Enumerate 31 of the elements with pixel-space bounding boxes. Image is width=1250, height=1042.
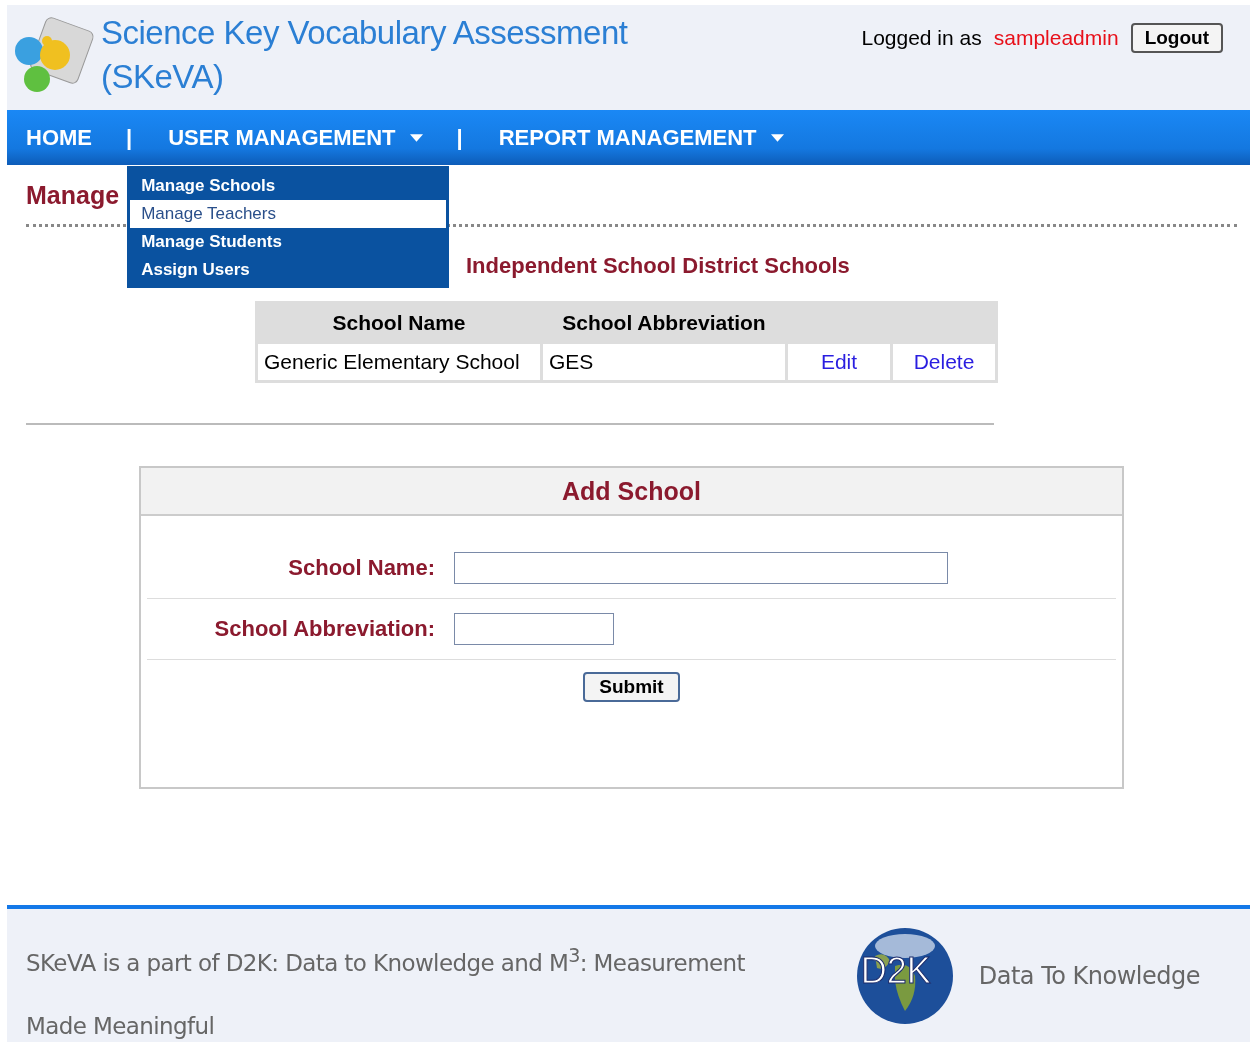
- logout-button[interactable]: Logout: [1130, 23, 1223, 53]
- nav-menu-item[interactable]: HOME: [26, 124, 108, 151]
- caret-icon: [770, 133, 784, 142]
- column-header: School Name: [331, 309, 467, 336]
- dropdown-menu-item[interactable]: Assign Users: [130, 255, 447, 284]
- field-label: School Name:: [287, 555, 435, 581]
- field-label: School Abbreviation:: [213, 616, 435, 642]
- caret-icon: [409, 133, 423, 142]
- footer-text: SKeVA is a part of D2K: Data to Knowledge and M$^{3}$: Measurement Made Meaningful: [26, 943, 746, 1041]
- app-title-abbreviation: (SKeVA): [101, 57, 225, 97]
- dropdown-menu-item[interactable]: Manage Teachers: [130, 199, 447, 228]
- nav-separator: |: [456, 124, 463, 151]
- logged-in-label: Logged in as: [861, 26, 982, 50]
- logo-caption: Data To Knowledge: [978, 961, 1200, 990]
- submit-button[interactable]: Submit: [583, 672, 680, 702]
- app-title: Science Key Vocabulary Assessment: [101, 13, 628, 53]
- table-cell: Generic Elementary School: [258, 344, 540, 380]
- column-header: School Abbreviation: [561, 309, 767, 336]
- nav-menu-item[interactable]: USER MANAGEMENT: [168, 124, 439, 151]
- globe-logo: D2K: [854, 925, 955, 1026]
- nav-menu-item[interactable]: REPORT MANAGEMENT: [498, 124, 800, 151]
- input-field[interactable]: [454, 613, 614, 645]
- section-title: Independent School District Schools: [466, 253, 851, 279]
- username: sampleadmin: [993, 26, 1119, 50]
- dropdown-menu-item[interactable]: Manage Schools: [130, 171, 447, 200]
- dropdown-menu-item[interactable]: Manage Students: [130, 227, 447, 256]
- panel-title: Add School: [562, 476, 701, 506]
- table-cell: GES: [543, 344, 785, 380]
- page-title: Manage: [26, 181, 120, 210]
- nav-separator: |: [126, 124, 133, 151]
- input-field[interactable]: [454, 552, 948, 584]
